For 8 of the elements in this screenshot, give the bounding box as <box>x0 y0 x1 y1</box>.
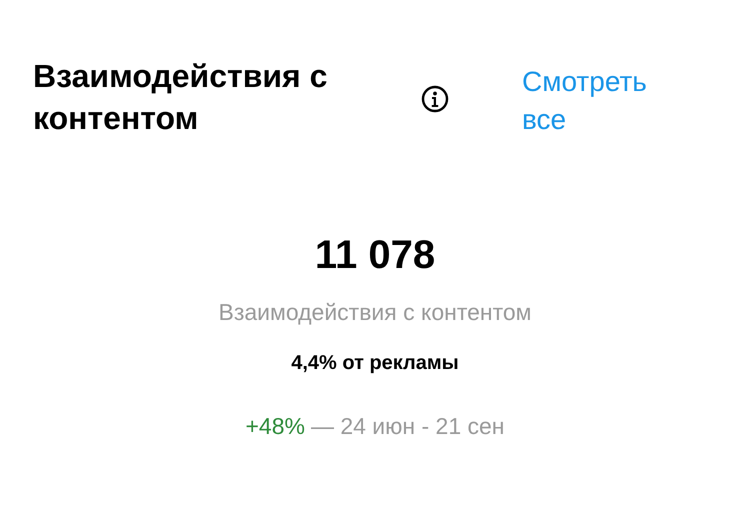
metric-value: 11 078 <box>314 232 436 279</box>
ad-share-text: 4,4% от рекламы <box>291 351 459 376</box>
change-percent: +48% <box>245 412 305 441</box>
metric-label: Взаимодействия с контентом <box>218 298 532 327</box>
section-title: Взаимодействия с контентом <box>33 57 328 138</box>
date-range: — 24 июн - 21 сен <box>310 412 505 441</box>
info-icon[interactable] <box>421 85 449 113</box>
see-all-link[interactable]: Смотреть все <box>522 63 682 139</box>
